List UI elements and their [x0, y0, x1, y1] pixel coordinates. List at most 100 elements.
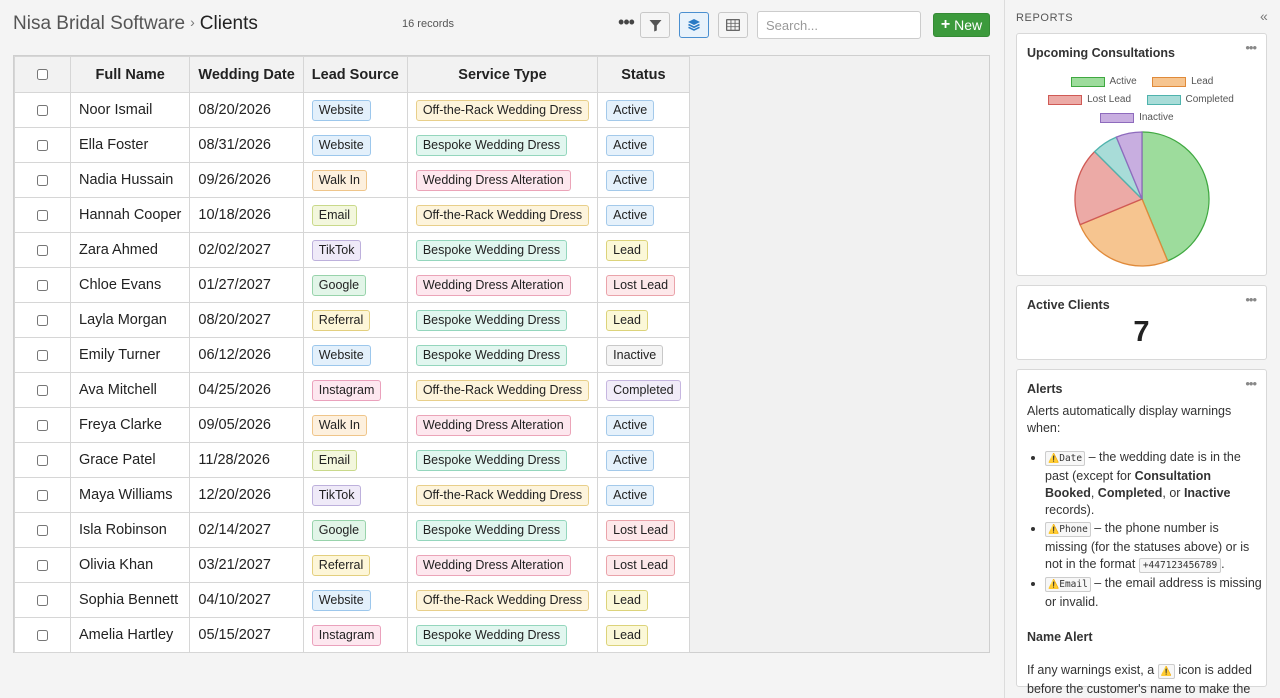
- status-badge: Lost Lead: [606, 554, 676, 576]
- lead-source-badge: Google: [311, 274, 367, 296]
- alerts-body: Alerts automatically display warnings wh…: [1027, 403, 1262, 698]
- table-row[interactable]: Grace Patel 11/28/2026 Email Bespoke Weddin…: [14, 442, 690, 478]
- layers-button[interactable]: [679, 12, 709, 38]
- table-row[interactable]: Sophia Bennett 04/10/2027 Website Off-the-R…: [14, 582, 690, 618]
- service-type-cell: Off-the-Rack Wedding Dress: [406, 372, 599, 408]
- filter-button[interactable]: [640, 12, 670, 38]
- table-row[interactable]: Ava Mitchell 04/25/2026 Instagram Off-the-R…: [14, 372, 690, 408]
- row-checkbox[interactable]: [37, 349, 48, 361]
- new-button[interactable]: + New: [933, 13, 990, 37]
- card-menu-button[interactable]: •••: [1245, 376, 1257, 391]
- service-type-badge: Wedding Dress Alteration: [415, 414, 571, 436]
- row-select-cell: [14, 512, 71, 548]
- service-type-badge: Bespoke Wedding Dress: [415, 309, 568, 331]
- table-row[interactable]: Layla Morgan 08/20/2027 Referral Bespoke We…: [14, 302, 690, 338]
- client-name-cell: Sophia Bennett: [69, 582, 191, 618]
- row-checkbox[interactable]: [37, 524, 48, 536]
- lead-source-cell: Walk In: [302, 162, 408, 198]
- row-checkbox[interactable]: [37, 104, 48, 116]
- table-row[interactable]: Olivia Khan 03/21/2027 Referral Wedding Dre…: [14, 547, 690, 583]
- row-checkbox[interactable]: [37, 244, 48, 256]
- service-type-cell: Wedding Dress Alteration: [406, 267, 599, 303]
- card-title: Active Clients: [1027, 298, 1110, 312]
- table-row[interactable]: Amelia Hartley 05/15/2027 Instagram Bespoke…: [14, 617, 690, 653]
- service-type-badge: Off-the-Rack Wedding Dress: [415, 379, 590, 401]
- table-row[interactable]: Zara Ahmed 02/02/2027 TikTok Bespoke Weddin…: [14, 232, 690, 268]
- row-checkbox[interactable]: [37, 209, 48, 221]
- client-name-cell: Noor Ismail: [69, 92, 191, 128]
- lead-source-badge: Referral: [311, 554, 371, 576]
- search-input[interactable]: [757, 11, 921, 39]
- table-row[interactable]: Isla Robinson 02/14/2027 Google Bespoke Wed…: [14, 512, 690, 548]
- row-checkbox[interactable]: [37, 174, 48, 186]
- column-header-full-name[interactable]: Full Name: [69, 56, 191, 93]
- collapse-panel-icon[interactable]: «: [1260, 8, 1268, 24]
- row-checkbox[interactable]: [37, 419, 48, 431]
- status-badge: Lead: [606, 239, 648, 261]
- lead-source-cell: Website: [302, 92, 408, 128]
- wedding-date-cell: 05/15/2027: [189, 617, 304, 653]
- more-options-button[interactable]: •••: [615, 12, 637, 36]
- active-clients-count: 7: [1133, 316, 1150, 348]
- card-menu-button[interactable]: •••: [1245, 292, 1257, 307]
- reports-panel: REPORTS « Upcoming Consultations ••• Act…: [1004, 0, 1280, 698]
- service-type-cell: Off-the-Rack Wedding Dress: [406, 197, 599, 233]
- warning-icon: ⚠️: [1160, 667, 1172, 677]
- wedding-date-cell: 01/27/2027: [189, 267, 304, 303]
- wedding-date-cell: 08/20/2027: [189, 302, 304, 338]
- row-select-cell: [14, 162, 71, 198]
- row-checkbox[interactable]: [37, 489, 48, 501]
- column-header-service-type[interactable]: Service Type: [406, 56, 599, 93]
- row-checkbox[interactable]: [37, 384, 48, 396]
- row-select-cell: [14, 92, 71, 128]
- service-type-cell: Off-the-Rack Wedding Dress: [406, 92, 599, 128]
- row-checkbox[interactable]: [37, 314, 48, 326]
- column-header-status[interactable]: Status: [597, 56, 690, 93]
- alert-bold: Inactive: [1183, 486, 1231, 500]
- service-type-badge: Off-the-Rack Wedding Dress: [415, 484, 590, 506]
- alert-item-phone: ⚠️Phone – the phone number is missing (f…: [1045, 520, 1262, 574]
- service-type-badge: Wedding Dress Alteration: [415, 274, 571, 296]
- status-cell: Completed: [597, 372, 690, 408]
- row-checkbox[interactable]: [37, 594, 48, 606]
- status-cell: Active: [597, 477, 690, 513]
- row-select-cell: [14, 127, 71, 163]
- row-checkbox[interactable]: [37, 629, 48, 641]
- table-row[interactable]: Ella Foster 08/31/2026 Website Bespoke Wedd…: [14, 127, 690, 163]
- column-header-wedding-date[interactable]: Wedding Date: [189, 56, 304, 93]
- row-checkbox[interactable]: [37, 559, 48, 571]
- row-checkbox[interactable]: [37, 279, 48, 291]
- row-checkbox[interactable]: [37, 454, 48, 466]
- column-header-lead-source[interactable]: Lead Source: [302, 56, 408, 93]
- grid-view-button[interactable]: [718, 12, 748, 38]
- select-all-checkbox[interactable]: [37, 69, 48, 81]
- service-type-cell: Bespoke Wedding Dress: [406, 442, 599, 478]
- client-name-cell: Grace Patel: [69, 442, 191, 478]
- table-row[interactable]: Hannah Cooper 10/18/2026 Email Off-the-Rack…: [14, 197, 690, 233]
- lead-source-cell: Google: [302, 267, 408, 303]
- service-type-cell: Bespoke Wedding Dress: [406, 337, 599, 373]
- client-name-cell: Zara Ahmed: [69, 232, 191, 268]
- status-cell: Active: [597, 407, 690, 443]
- table-row[interactable]: Noor Ismail 08/20/2026 Website Off-the-Rack…: [14, 92, 690, 128]
- lead-source-badge: Email: [311, 204, 358, 226]
- service-type-badge: Off-the-Rack Wedding Dress: [415, 589, 590, 611]
- table-row[interactable]: Emily Turner 06/12/2026 Website Bespoke Wed…: [14, 337, 690, 373]
- table-row[interactable]: Maya Williams 12/20/2026 TikTok Off-the-Rac…: [14, 477, 690, 513]
- clients-table: Full Name Wedding Date Lead Source Servi…: [14, 56, 690, 653]
- table-row[interactable]: Nadia Hussain 09/26/2026 Walk In Wedding Dr…: [14, 162, 690, 198]
- table-row[interactable]: Freya Clarke 09/05/2026 Walk In Wedding Dre…: [14, 407, 690, 443]
- lead-source-cell: Instagram: [302, 617, 408, 653]
- lead-source-badge: Website: [311, 344, 371, 366]
- breadcrumb-app[interactable]: Nisa Bridal Software: [13, 13, 185, 34]
- lead-source-cell: Referral: [302, 302, 408, 338]
- wedding-date-cell: 02/02/2027: [189, 232, 304, 268]
- row-select-cell: [14, 267, 71, 303]
- table-row[interactable]: Chloe Evans 01/27/2027 Google Wedding Dress…: [14, 267, 690, 303]
- alerts-card: Alerts ••• Alerts automatically display …: [1016, 369, 1267, 696]
- row-checkbox[interactable]: [37, 139, 48, 151]
- warning-icon: ⚠️: [1048, 525, 1060, 535]
- lead-source-badge: Walk In: [311, 169, 368, 191]
- lead-source-cell: Walk In: [302, 407, 408, 443]
- status-badge: Active: [606, 99, 655, 121]
